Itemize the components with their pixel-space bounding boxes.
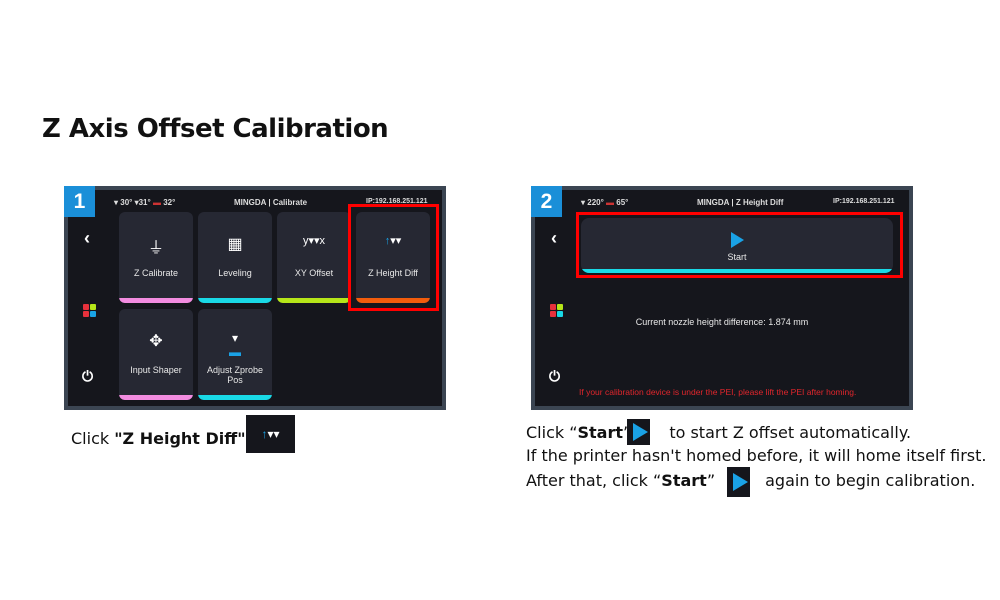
step-badge: 2: [531, 186, 562, 217]
screen-header: MINGDA | Z Height Diff: [697, 198, 784, 207]
grid-icon: ▦: [227, 236, 243, 253]
pei-warning: If your calibration device is under the …: [579, 387, 857, 397]
z-calibrate-icon: ⏚: [147, 240, 164, 257]
apps-icon[interactable]: [550, 297, 563, 317]
tile-xy-offset[interactable]: y▾▾x XY Offset: [277, 212, 351, 303]
tile-input-shaper[interactable]: ✥ Input Shaper: [119, 309, 193, 400]
screen-header: MINGDA | Calibrate: [234, 198, 308, 207]
tile-label: XY Offset: [294, 268, 334, 278]
play-icon: [627, 419, 650, 445]
highlight-box: [576, 212, 903, 278]
tile-z-calibrate[interactable]: ⏚ Z Calibrate: [119, 212, 193, 303]
tile-label: Leveling: [218, 268, 252, 278]
step2-line1: Click “Start”to start Z offset automatic…: [526, 423, 912, 442]
page-title: Z Axis Offset Calibration: [42, 114, 389, 144]
xy-offset-icon: y▾▾x: [302, 235, 326, 247]
tile-label: Input Shaper: [130, 365, 182, 375]
height-difference-readout: Current nozzle height difference: 1.874 …: [635, 317, 809, 327]
power-icon[interactable]: ⏻: [549, 368, 560, 385]
temp-2: 31°: [138, 198, 151, 207]
temp-1: 30°: [120, 198, 133, 207]
back-icon[interactable]: ‹: [84, 228, 90, 249]
bed-icon: ▬: [152, 198, 161, 207]
highlight-box: [348, 204, 439, 311]
move-arrows-icon: ✥: [149, 333, 163, 350]
apps-icon[interactable]: [83, 297, 96, 317]
temp-3: 32°: [163, 198, 176, 207]
temperature-readouts: ▾ 220° ▬ 65°: [581, 198, 628, 207]
tile-adjust-zprobe-pos[interactable]: ▾ ▬ Adjust Zprobe Pos: [198, 309, 272, 400]
tile-label: Z Calibrate: [133, 268, 178, 278]
step-badge: 1: [64, 186, 95, 217]
tile-leveling[interactable]: ▦ Leveling: [198, 212, 272, 303]
play-icon: [727, 467, 750, 497]
nozzle-icon: ▾: [114, 198, 119, 207]
temp-1: 220°: [587, 198, 604, 207]
back-icon[interactable]: ‹: [551, 228, 557, 249]
temperature-readouts: ▾ 30° ▾31° ▬ 32°: [114, 198, 175, 207]
zprobe-icon: ▾ ▬: [229, 331, 241, 359]
bed-icon: ▬: [606, 198, 615, 207]
step2-line3: After that, click “Start” again to begin …: [526, 471, 976, 490]
nozzle-icon: ▾: [581, 198, 586, 207]
ip-address: IP:192.168.251.121: [833, 198, 895, 205]
z-height-diff-icon: ↑▾▾: [246, 415, 295, 453]
step2-line2: If the printer hasn't homed before, it w…: [526, 446, 987, 465]
tile-label: Adjust Zprobe Pos: [206, 365, 264, 385]
power-icon[interactable]: ⏻: [82, 368, 93, 385]
temp-2: 65°: [616, 198, 629, 207]
step1-caption: Click "Z Height Diff": [71, 429, 246, 448]
